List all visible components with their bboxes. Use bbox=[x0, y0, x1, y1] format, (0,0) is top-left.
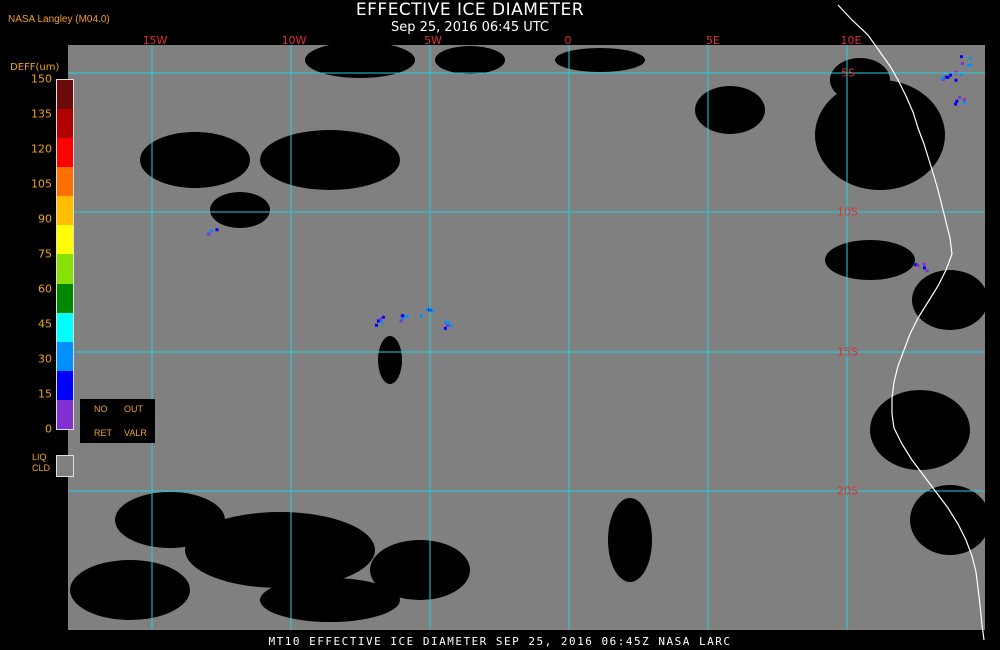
lat-label-15s: 15S bbox=[837, 345, 858, 359]
lat-label-10s: 10S bbox=[837, 205, 858, 219]
color-scale-step bbox=[57, 196, 73, 226]
liquid-cloud-label: CLD bbox=[32, 463, 51, 473]
ice-pixel bbox=[962, 101, 966, 105]
cloud-area bbox=[870, 390, 970, 470]
cloud-area bbox=[815, 80, 945, 190]
legend-tick: 75 bbox=[38, 247, 52, 261]
color-scale-step bbox=[57, 225, 73, 255]
no-retrieval-label: VALR bbox=[124, 428, 147, 438]
satellite-map bbox=[68, 4, 990, 641]
ice-pixel bbox=[425, 308, 429, 312]
ice-pixel bbox=[399, 319, 403, 323]
cloud-area bbox=[260, 578, 400, 622]
ice-pixel bbox=[207, 232, 211, 236]
lat-label-5s: 5S bbox=[841, 66, 855, 80]
ice-pixel bbox=[381, 315, 385, 319]
color-scale-step bbox=[57, 167, 73, 197]
ice-pixel bbox=[374, 323, 378, 327]
legend-tick: 150 bbox=[31, 72, 52, 86]
legend-tick: 30 bbox=[38, 352, 52, 366]
ice-pixel bbox=[949, 73, 953, 77]
legend-tick: 135 bbox=[31, 107, 52, 121]
lon-label-5w: 5W bbox=[424, 34, 442, 47]
cloud-area bbox=[830, 58, 890, 102]
ice-pixel bbox=[955, 99, 959, 103]
ice-pixel bbox=[954, 78, 958, 82]
ice-pixel bbox=[449, 324, 453, 328]
ice-pixel bbox=[940, 76, 944, 80]
ice-pixel bbox=[444, 320, 448, 324]
cloud-area bbox=[115, 492, 225, 548]
ice-pixel bbox=[946, 75, 950, 79]
ice-pixel bbox=[379, 320, 383, 324]
cloud-area bbox=[70, 560, 190, 620]
legend-tick: 60 bbox=[38, 282, 52, 296]
ice-pixel bbox=[378, 317, 382, 321]
liquid-cloud-swatch bbox=[56, 455, 74, 477]
page-title: EFFECTIVE ICE DIAMETER bbox=[355, 0, 585, 20]
liquid-cloud-key-label: LIQ CLD bbox=[32, 452, 50, 474]
lon-label-10e: 10E bbox=[840, 34, 862, 47]
ice-pixel bbox=[960, 62, 964, 66]
color-scale-step bbox=[57, 283, 73, 313]
color-scale-step bbox=[57, 399, 73, 429]
no-retrieval-key: NO OUT RET VALR bbox=[80, 399, 155, 443]
ice-pixel bbox=[401, 314, 405, 318]
ice-pixel bbox=[215, 228, 219, 232]
color-scale-step bbox=[57, 80, 73, 110]
cloud-area bbox=[260, 130, 400, 190]
cloud-area bbox=[210, 192, 270, 228]
legend-unit-label: DEFF(um) bbox=[10, 62, 60, 73]
cloud-area bbox=[912, 270, 988, 330]
cloud-area bbox=[435, 46, 505, 74]
color-scale-step bbox=[57, 370, 73, 400]
color-scale-step bbox=[57, 254, 73, 284]
no-retrieval-label: NO bbox=[94, 404, 108, 414]
ice-pixel bbox=[922, 266, 926, 270]
lon-label-5e: 5E bbox=[706, 34, 720, 47]
ice-pixel bbox=[209, 229, 213, 233]
lon-label-0: 0 bbox=[564, 34, 572, 47]
ice-pixel bbox=[925, 269, 929, 273]
color-scale-bar bbox=[56, 79, 74, 430]
lon-label-10w: 10W bbox=[281, 34, 307, 47]
color-scale-step bbox=[57, 109, 73, 139]
legend-tick: 45 bbox=[38, 317, 52, 331]
color-scale-step bbox=[57, 138, 73, 168]
cloud-area bbox=[378, 336, 402, 384]
legend-tick: 0 bbox=[45, 422, 52, 436]
legend-tick: 15 bbox=[38, 387, 52, 401]
legend-tick: 105 bbox=[31, 177, 52, 191]
color-scale-step bbox=[57, 341, 73, 371]
ice-pixel bbox=[405, 314, 409, 318]
liquid-cloud-label: LIQ bbox=[32, 452, 47, 462]
ice-pixel bbox=[954, 102, 958, 106]
cloud-area bbox=[140, 132, 250, 188]
ice-pixel bbox=[922, 262, 926, 266]
color-scale-step bbox=[57, 312, 73, 342]
ice-pixel bbox=[916, 263, 920, 267]
cloud-area bbox=[910, 485, 990, 555]
timestamp-subtitle: Sep 25, 2016 06:45 UTC bbox=[390, 20, 550, 35]
ice-pixel bbox=[968, 56, 972, 60]
cloud-area bbox=[695, 86, 765, 134]
ice-pixel bbox=[959, 55, 963, 59]
ice-pixel bbox=[419, 314, 423, 318]
no-retrieval-label: OUT bbox=[124, 404, 143, 414]
lon-label-15w: 15W bbox=[142, 34, 168, 47]
ice-pixel bbox=[446, 324, 450, 328]
lat-label-20s: 20S bbox=[837, 484, 858, 498]
cloud-area bbox=[608, 498, 652, 582]
ice-pixel bbox=[430, 309, 434, 313]
legend-tick: 90 bbox=[38, 212, 52, 226]
footer-caption: MT10 EFFECTIVE ICE DIAMETER SEP 25, 2016… bbox=[268, 635, 732, 648]
cloud-area bbox=[825, 240, 915, 280]
no-retrieval-label: RET bbox=[94, 428, 112, 438]
ice-pixel bbox=[443, 326, 447, 330]
ice-pixel bbox=[962, 98, 966, 102]
ice-pixel bbox=[968, 63, 972, 67]
ice-pixel bbox=[958, 95, 962, 99]
legend-tick: 120 bbox=[31, 142, 52, 156]
